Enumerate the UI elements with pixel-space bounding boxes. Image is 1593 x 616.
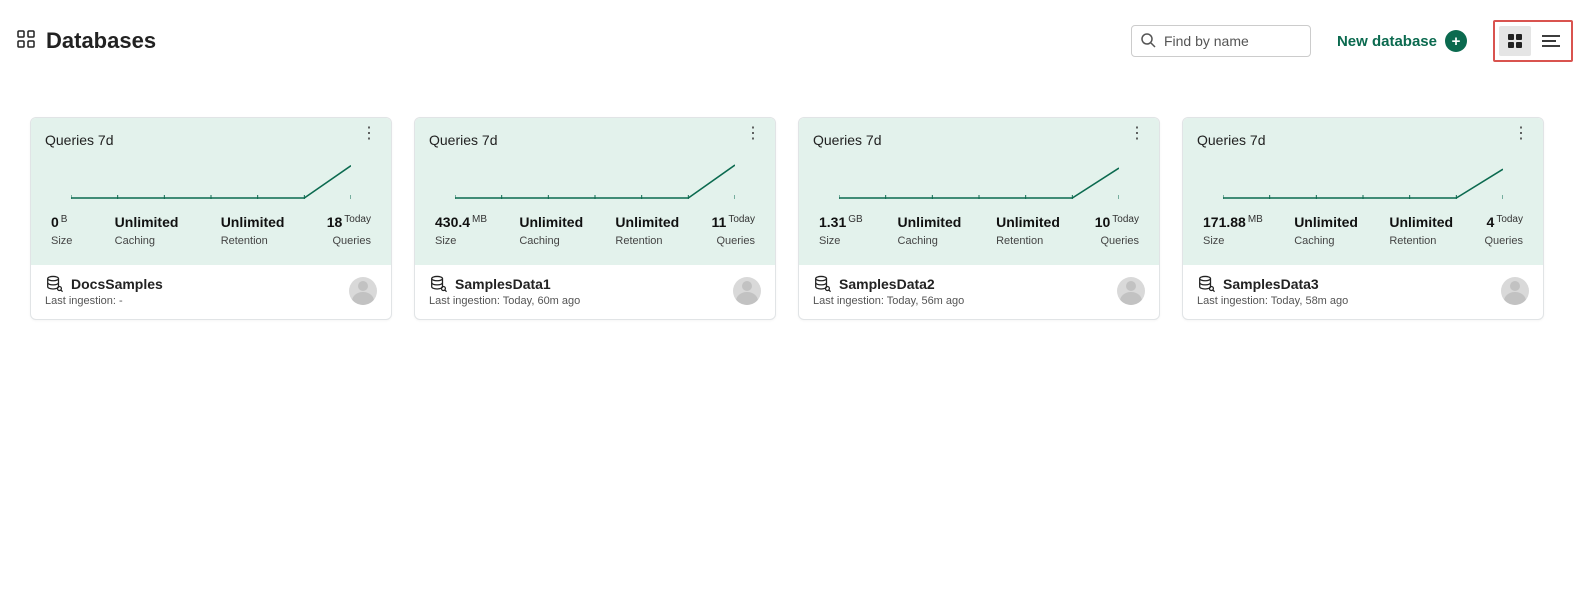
database-icon — [813, 275, 831, 293]
more-vertical-icon: ⋮ — [1129, 125, 1145, 142]
view-toggle-group — [1493, 20, 1573, 62]
stat-caching: Unlimited Caching — [1294, 214, 1358, 247]
chart-wrap — [799, 148, 1159, 198]
card-bottom: SamplesData1 Last ingestion: Today, 60m … — [415, 265, 775, 319]
apps-grid-icon — [16, 29, 36, 54]
card-top: Queries 7d ⋮ 0B Size Unlimited Caching U… — [31, 118, 391, 265]
database-icon — [1197, 275, 1215, 293]
owner-avatar[interactable] — [1501, 277, 1529, 305]
stat-retention: Unlimited Retention — [1389, 214, 1453, 247]
stat-queries: 4Today Queries — [1484, 214, 1523, 247]
database-icon — [45, 275, 63, 293]
database-name: DocsSamples — [71, 276, 163, 292]
database-name: SamplesData1 — [455, 276, 551, 292]
stat-size: 1.31GB Size — [819, 214, 863, 247]
database-icon — [429, 275, 447, 293]
chart-wrap — [1183, 148, 1543, 198]
stat-retention: Unlimited Retention — [221, 214, 285, 247]
list-view-button[interactable] — [1535, 26, 1567, 56]
database-card[interactable]: Queries 7d ⋮ 171.88MB Size Unlimited Cac… — [1182, 117, 1544, 320]
database-card[interactable]: Queries 7d ⋮ 1.31GB Size Unlimited Cachi… — [798, 117, 1160, 320]
chart-wrap — [415, 148, 775, 198]
stats-row: 0B Size Unlimited Caching Unlimited Rete… — [31, 198, 391, 265]
stat-queries: 18Today Queries — [327, 214, 371, 247]
stat-queries: 10Today Queries — [1095, 214, 1139, 247]
stats-row: 1.31GB Size Unlimited Caching Unlimited … — [799, 198, 1159, 265]
last-ingestion: Last ingestion: Today, 56m ago — [813, 295, 1107, 307]
card-top: Queries 7d ⋮ 171.88MB Size Unlimited Cac… — [1183, 118, 1543, 265]
stat-caching: Unlimited Caching — [115, 214, 179, 247]
more-vertical-icon: ⋮ — [361, 125, 377, 142]
cards-grid: Queries 7d ⋮ 0B Size Unlimited Caching U… — [0, 72, 1593, 350]
search-wrap — [1131, 25, 1311, 57]
stat-retention: Unlimited Retention — [996, 214, 1060, 247]
stat-caching: Unlimited Caching — [898, 214, 962, 247]
more-vertical-icon: ⋮ — [745, 125, 761, 142]
new-database-label: New database — [1337, 33, 1437, 50]
queries-label: Queries 7d — [1197, 132, 1265, 148]
search-input[interactable] — [1131, 25, 1311, 57]
more-vertical-icon: ⋮ — [1513, 125, 1529, 142]
stat-retention: Unlimited Retention — [615, 214, 679, 247]
sparkline-chart — [1223, 158, 1503, 200]
queries-label: Queries 7d — [813, 132, 881, 148]
grid-view-button[interactable] — [1499, 26, 1531, 56]
stat-queries: 11Today Queries — [712, 214, 756, 247]
page-header: Databases New database + — [0, 0, 1593, 72]
list-icon — [1542, 34, 1560, 48]
card-bottom: SamplesData3 Last ingestion: Today, 58m … — [1183, 265, 1543, 319]
queries-label: Queries 7d — [45, 132, 113, 148]
stat-size: 0B Size — [51, 214, 72, 247]
chart-wrap — [31, 148, 391, 198]
queries-label: Queries 7d — [429, 132, 497, 148]
owner-avatar[interactable] — [349, 277, 377, 305]
stat-size: 430.4MB Size — [435, 214, 487, 247]
search-icon — [1140, 32, 1156, 53]
database-card[interactable]: Queries 7d ⋮ 0B Size Unlimited Caching U… — [30, 117, 392, 320]
owner-avatar[interactable] — [1117, 277, 1145, 305]
last-ingestion: Last ingestion: Today, 58m ago — [1197, 295, 1491, 307]
more-options-button[interactable]: ⋮ — [361, 132, 377, 136]
stats-row: 430.4MB Size Unlimited Caching Unlimited… — [415, 198, 775, 265]
stat-size: 171.88MB Size — [1203, 214, 1263, 247]
grid-icon — [1507, 33, 1523, 49]
owner-avatar[interactable] — [733, 277, 761, 305]
sparkline-chart — [71, 158, 351, 200]
plus-icon: + — [1445, 30, 1467, 52]
database-name: SamplesData3 — [1223, 276, 1319, 292]
more-options-button[interactable]: ⋮ — [1513, 132, 1529, 136]
sparkline-chart — [839, 158, 1119, 200]
card-bottom: DocsSamples Last ingestion: - — [31, 265, 391, 319]
card-bottom: SamplesData2 Last ingestion: Today, 56m … — [799, 265, 1159, 319]
database-card[interactable]: Queries 7d ⋮ 430.4MB Size Unlimited Cach… — [414, 117, 776, 320]
more-options-button[interactable]: ⋮ — [1129, 132, 1145, 136]
database-name: SamplesData2 — [839, 276, 935, 292]
header-left: Databases — [16, 28, 156, 54]
stats-row: 171.88MB Size Unlimited Caching Unlimite… — [1183, 198, 1543, 265]
last-ingestion: Last ingestion: - — [45, 295, 339, 307]
card-top: Queries 7d ⋮ 1.31GB Size Unlimited Cachi… — [799, 118, 1159, 265]
last-ingestion: Last ingestion: Today, 60m ago — [429, 295, 723, 307]
stat-caching: Unlimited Caching — [519, 214, 583, 247]
sparkline-chart — [455, 158, 735, 200]
new-database-button[interactable]: New database + — [1331, 29, 1473, 53]
more-options-button[interactable]: ⋮ — [745, 132, 761, 136]
page-title: Databases — [46, 28, 156, 54]
card-top: Queries 7d ⋮ 430.4MB Size Unlimited Cach… — [415, 118, 775, 265]
